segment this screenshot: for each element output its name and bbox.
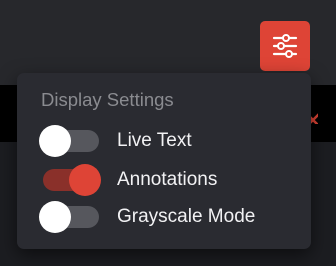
toggle-label: Grayscale Mode (117, 206, 256, 227)
toggle-row-grayscale-mode[interactable]: Grayscale Mode (17, 200, 311, 234)
sliders-icon (272, 34, 298, 58)
annotations-switch[interactable] (39, 163, 101, 197)
popover-title: Display Settings (41, 89, 174, 110)
display-settings-button[interactable] (260, 21, 310, 71)
switch-knob (39, 125, 71, 157)
display-settings-popover: Display Settings Live Text Annotations G… (17, 73, 311, 249)
live-text-switch[interactable] (39, 124, 99, 158)
toggle-row-annotations[interactable]: Annotations (17, 163, 311, 197)
toggle-label: Annotations (117, 169, 218, 190)
toggle-label: Live Text (117, 130, 192, 151)
switch-knob (39, 201, 71, 233)
grayscale-mode-switch[interactable] (39, 200, 99, 234)
switch-knob (69, 164, 101, 196)
toggle-row-live-text[interactable]: Live Text (17, 124, 311, 158)
